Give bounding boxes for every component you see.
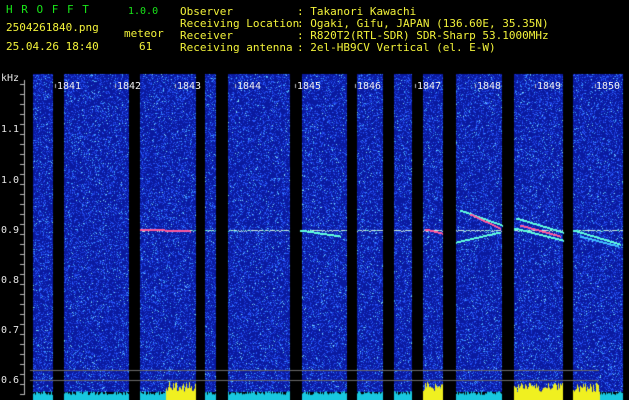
date-time: 25.04.26 18:40 (6, 40, 99, 53)
y-tick-label: 0.9 (1, 225, 20, 236)
file-name: 2504261840.png (6, 21, 99, 34)
time-label: 1850 (596, 81, 621, 92)
y-tick-label: 1.0 (1, 175, 20, 186)
antenna-label: Receiving antenna (180, 41, 293, 54)
app-name: H R O F F T (6, 3, 90, 16)
y-tick-label: 0.6 (1, 375, 20, 386)
y-tick-label: 0.7 (1, 325, 20, 336)
time-label: 1846 (357, 81, 382, 92)
time-label: 1843 (177, 81, 202, 92)
time-label: 1845 (297, 81, 322, 92)
y-axis-unit: kHz (1, 73, 20, 84)
time-label: 1841 (57, 81, 82, 92)
y-tick-label: 0.8 (1, 275, 20, 286)
spectrogram-canvas (0, 0, 629, 400)
antenna-value: : 2el-HB9CV Vertical (el. E-W) (297, 41, 496, 54)
time-label: 1847 (417, 81, 442, 92)
meteor-count: 61 (139, 40, 153, 53)
time-label: 1848 (477, 81, 502, 92)
app-version: 1.0.0 (128, 6, 159, 17)
y-tick-label: 1.1 (1, 124, 20, 135)
time-label: 1842 (117, 81, 142, 92)
time-label: 1849 (537, 81, 562, 92)
meteor-label: meteor (124, 27, 164, 40)
time-label: 1844 (237, 81, 262, 92)
